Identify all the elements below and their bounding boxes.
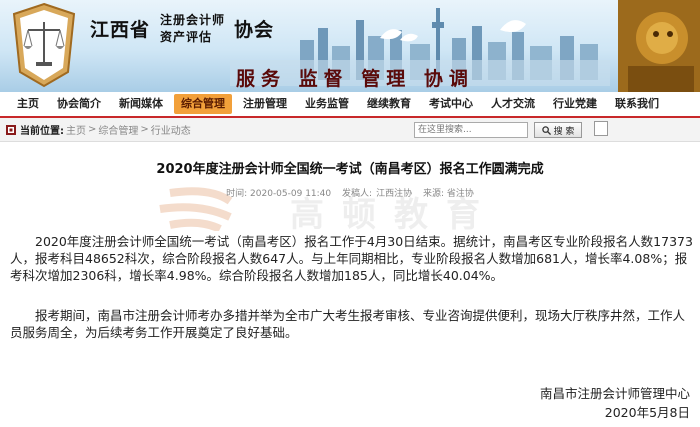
nav-item-registration[interactable]: 注册管理	[236, 94, 294, 114]
lion-statue-image	[618, 0, 700, 92]
article-paragraph: 2020年度注册会计师全国统一考试（南昌考区）报名工作于4月30日结束。据统计，…	[10, 234, 693, 283]
breadcrumb-bar: 当前位置: 主页 > 综合管理 > 行业动态 搜 索	[0, 118, 700, 142]
article-paragraph: 报考期间，南昌市注册会计师考办多措并举为全市广大考生报考审核、专业咨询提供便利，…	[10, 308, 686, 340]
article-publisher-label: 发稿人:	[342, 189, 373, 199]
article-title: 2020年度注册会计师全国统一考试（南昌考区）报名工作圆满完成	[156, 162, 544, 177]
nav-item-education[interactable]: 继续教育	[360, 94, 418, 114]
nav-item-home[interactable]: 主页	[10, 94, 46, 114]
search-icon	[541, 125, 551, 135]
nav-item-contact[interactable]: 联系我们	[608, 94, 666, 114]
article-signature: 南昌市注册会计师管理中心	[539, 386, 690, 401]
nav-item-news[interactable]: 新闻媒体	[112, 94, 170, 114]
nav-item-about[interactable]: 协会简介	[50, 94, 108, 114]
article-publisher: 江西注协	[376, 189, 413, 199]
location-icon	[6, 124, 16, 135]
search-input[interactable]	[414, 122, 528, 138]
breadcrumb-industry-news[interactable]: 行业动态	[151, 122, 191, 137]
breadcrumb-separator: >	[140, 124, 149, 135]
org-name-province: 江西省	[90, 19, 151, 41]
nav-item-supervision[interactable]: 业务监管	[298, 94, 356, 114]
nav-item-general-management[interactable]: 综合管理	[174, 94, 232, 114]
org-name-line1: 注册会计师	[160, 13, 226, 27]
site-banner: 江西省 注册会计师 资产评估 协会 服务 监督 管理 协调	[0, 0, 700, 92]
share-checkbox[interactable]	[594, 121, 608, 136]
article-date: 2020年5月8日	[604, 405, 690, 420]
main-nav: 主页 协会简介 新闻媒体 综合管理 注册管理 业务监管 继续教育 考试中心 人才…	[0, 92, 700, 118]
article-source: 来源: 省注协	[422, 189, 474, 199]
org-name-line2: 资产评估	[160, 30, 213, 44]
breadcrumb-home[interactable]: 主页	[66, 122, 86, 137]
site-slogan: 服务 监督 管理 协调	[236, 68, 474, 90]
nav-item-exam-center[interactable]: 考试中心	[422, 94, 480, 114]
search-button[interactable]: 搜 索	[534, 122, 582, 138]
breadcrumb-general-management[interactable]: 综合管理	[98, 122, 138, 137]
nav-item-party[interactable]: 行业党建	[546, 94, 604, 114]
search-button-label: 搜 索	[553, 126, 575, 137]
org-name-association: 协会	[234, 19, 275, 41]
article-meta: 时间: 2020-05-09 11:40 发稿人: 江西注协 来源: 省注协	[0, 186, 700, 199]
article-time: 时间: 2020-05-09 11:40	[226, 189, 332, 199]
breadcrumb-separator: >	[88, 124, 97, 135]
scales-of-justice-logo	[12, 2, 76, 88]
breadcrumb-label: 当前位置:	[20, 126, 64, 137]
org-name-middle: 注册会计师 资产评估	[160, 12, 225, 46]
nav-item-talent[interactable]: 人才交流	[484, 94, 542, 114]
